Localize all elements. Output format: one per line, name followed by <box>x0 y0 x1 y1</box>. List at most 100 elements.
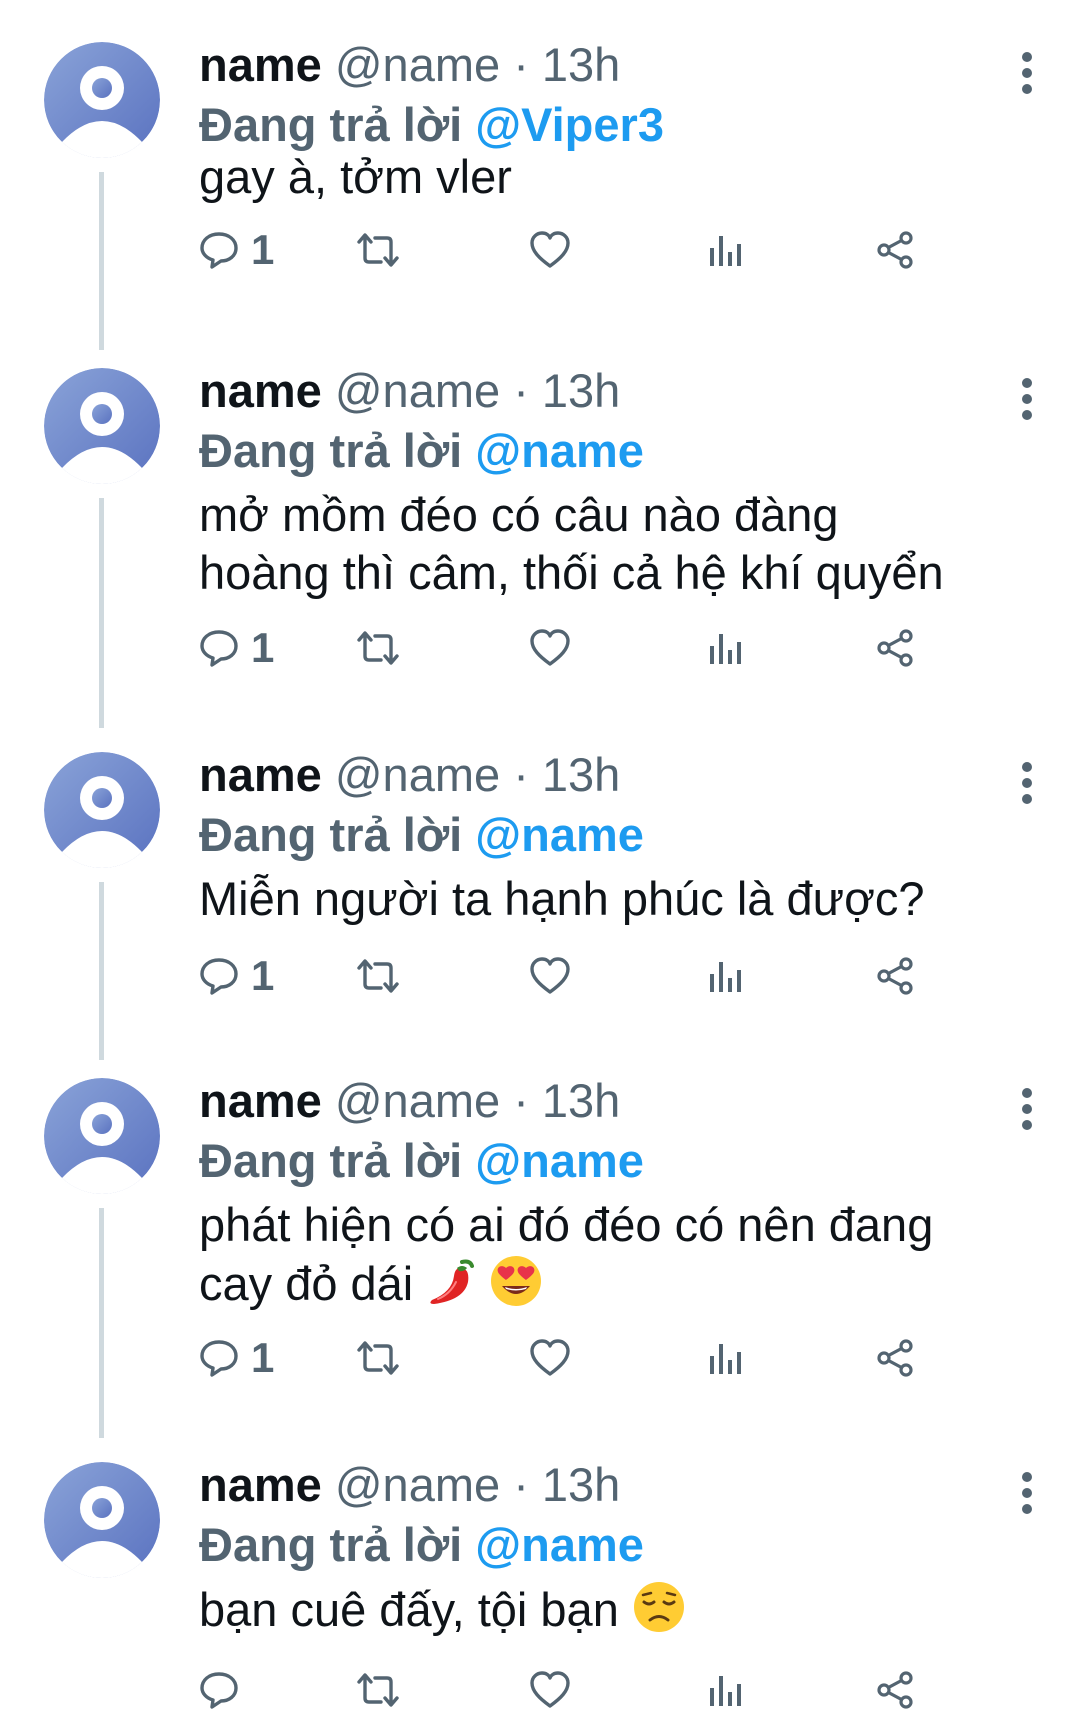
reply-prefix: Đang trả lời <box>199 424 463 477</box>
tweet[interactable]: name @name · 13h Đang trả lời @name phát… <box>0 1074 1080 1438</box>
views-button[interactable] <box>707 948 743 1004</box>
retweet-button[interactable] <box>355 948 401 1004</box>
thread-line <box>99 498 104 728</box>
more-options-button[interactable] <box>1012 1470 1042 1516</box>
tweet-text-line: phát hiện có ai đó đéo có nên đang <box>199 1198 934 1251</box>
avatar[interactable] <box>44 368 160 484</box>
mention-link[interactable]: @name <box>475 1518 644 1571</box>
bar-chart-icon <box>710 634 741 664</box>
retweet-icon <box>357 631 399 665</box>
views-button[interactable] <box>707 1330 743 1386</box>
display-name[interactable]: name <box>199 38 322 91</box>
display-name[interactable]: name <box>199 1458 322 1511</box>
tweet[interactable]: name @name · 13h Đang trả lời @name Miễn… <box>0 748 1080 1060</box>
retweet-icon <box>357 233 399 267</box>
more-options-button[interactable] <box>1012 1086 1042 1132</box>
bar-chart-icon <box>710 236 741 266</box>
replying-to: Đang trả lời @name <box>199 806 644 864</box>
tweet-text: Miễn người ta hạnh phúc là được? <box>199 870 1039 928</box>
action-bar: 1 <box>199 1330 1029 1386</box>
mention-link[interactable]: @name <box>475 424 644 477</box>
replying-to: Đang trả lời @Viper3 <box>199 96 664 154</box>
tweet-text-line: gay à, tởm vler <box>199 150 512 203</box>
tweet-text: phát hiện có ai đó đéo có nên đang cay đ… <box>199 1196 1039 1321</box>
replying-to: Đang trả lời @name <box>199 1132 644 1190</box>
reply-feed: name @name · 13h Đang trả lời @Viper3 ga… <box>0 0 1080 1728</box>
share-button[interactable] <box>875 1330 915 1386</box>
more-options-button[interactable] <box>1012 50 1042 96</box>
default-avatar-icon <box>44 752 160 868</box>
timestamp[interactable]: 13h <box>542 364 620 417</box>
heart-icon <box>530 957 570 994</box>
separator-dot: · <box>513 38 529 91</box>
replying-to: Đang trả lời @name <box>199 1516 644 1574</box>
views-button[interactable] <box>707 1662 743 1718</box>
tweet-text: gay à, tởm vler <box>199 148 1039 206</box>
replying-to: Đang trả lời @name <box>199 422 644 480</box>
display-name[interactable]: name <box>199 1074 322 1127</box>
tweet-text-line-with-emoji: bạn cuê đấy, tội bạn <box>199 1580 1039 1647</box>
tweet-text-line: Miễn người ta hạnh phúc là được? <box>199 872 925 925</box>
tweet[interactable]: name @name · 13h Đang trả lời @name bạn … <box>0 1458 1080 1728</box>
like-button[interactable] <box>529 1330 571 1386</box>
reply-button[interactable] <box>199 1662 251 1718</box>
mention-link[interactable]: @name <box>475 1134 644 1187</box>
display-name[interactable]: name <box>199 364 322 417</box>
reply-prefix: Đang trả lời <box>199 808 463 861</box>
thread-line <box>99 882 104 1060</box>
tweet-text-line: mở mồm đéo có câu nào đàng <box>199 488 839 541</box>
avatar[interactable] <box>44 42 160 158</box>
user-handle[interactable]: @name <box>335 1074 500 1127</box>
like-button[interactable] <box>529 222 571 278</box>
bar-chart-icon <box>710 1344 741 1374</box>
more-options-button[interactable] <box>1012 760 1042 806</box>
tweet-text: mở mồm đéo có câu nào đàng hoàng thì câm… <box>199 486 1039 602</box>
timestamp[interactable]: 13h <box>542 1458 620 1511</box>
user-handle[interactable]: @name <box>335 38 500 91</box>
retweet-button[interactable] <box>355 620 401 676</box>
reply-count: 1 <box>251 1334 275 1381</box>
tweet-header: name @name · 13h <box>199 1072 620 1130</box>
reply-button[interactable]: 1 <box>199 620 274 676</box>
share-icon <box>877 629 913 667</box>
like-button[interactable] <box>529 948 571 1004</box>
avatar[interactable] <box>44 1078 160 1194</box>
timestamp[interactable]: 13h <box>542 1074 620 1127</box>
mention-link[interactable]: @name <box>475 808 644 861</box>
views-button[interactable] <box>707 222 743 278</box>
reply-button[interactable]: 1 <box>199 222 274 278</box>
speech-bubble-icon <box>200 630 238 667</box>
retweet-button[interactable] <box>355 1330 401 1386</box>
timestamp[interactable]: 13h <box>542 38 620 91</box>
user-handle[interactable]: @name <box>335 364 500 417</box>
like-button[interactable] <box>529 1662 571 1718</box>
views-button[interactable] <box>707 620 743 676</box>
share-button[interactable] <box>875 620 915 676</box>
avatar[interactable] <box>44 1462 160 1578</box>
hot-pepper-emoji <box>426 1254 476 1321</box>
default-avatar-icon <box>44 42 160 158</box>
heart-icon <box>530 1671 570 1708</box>
user-handle[interactable]: @name <box>335 1458 500 1511</box>
timestamp[interactable]: 13h <box>542 748 620 801</box>
separator-dot: · <box>513 1074 529 1127</box>
tweet[interactable]: name @name · 13h Đang trả lời @Viper3 ga… <box>0 38 1080 350</box>
retweet-button[interactable] <box>355 222 401 278</box>
reply-button[interactable]: 1 <box>199 1330 274 1386</box>
reply-button[interactable]: 1 <box>199 948 274 1004</box>
like-button[interactable] <box>529 620 571 676</box>
share-button[interactable] <box>875 948 915 1004</box>
retweet-icon <box>357 1673 399 1707</box>
mention-link[interactable]: @Viper3 <box>475 98 664 151</box>
display-name[interactable]: name <box>199 748 322 801</box>
user-handle[interactable]: @name <box>335 748 500 801</box>
share-button[interactable] <box>875 222 915 278</box>
share-button[interactable] <box>875 1662 915 1718</box>
avatar[interactable] <box>44 752 160 868</box>
tweet[interactable]: name @name · 13h Đang trả lời @name mở m… <box>0 364 1080 728</box>
tweet-text-line-with-emoji: cay đỏ dái <box>199 1254 1039 1321</box>
retweet-button[interactable] <box>355 1662 401 1718</box>
heart-icon <box>530 231 570 268</box>
more-options-button[interactable] <box>1012 376 1042 422</box>
vertical-dots-icon <box>1022 1472 1032 1514</box>
